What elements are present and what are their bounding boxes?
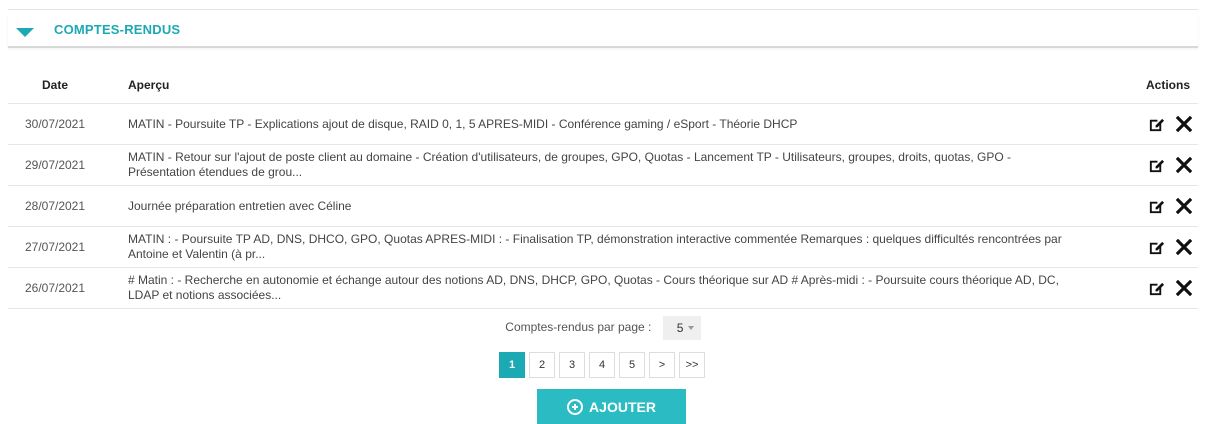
delete-icon[interactable] <box>1176 239 1192 255</box>
page-button-2[interactable]: 2 <box>529 352 555 378</box>
table-header-row: Date Aperçu Actions <box>8 67 1198 104</box>
edit-icon[interactable] <box>1148 116 1165 133</box>
column-header-actions: Actions <box>1109 67 1198 104</box>
column-header-preview: Aperçu <box>102 67 1109 104</box>
row-actions <box>1109 103 1198 145</box>
dropdown-arrow-icon <box>687 326 694 330</box>
per-page-value: 5 <box>676 321 684 335</box>
row-date: 26/07/2021 <box>8 267 102 309</box>
row-date: 29/07/2021 <box>8 144 102 186</box>
page-button-4[interactable]: 4 <box>589 352 615 378</box>
row-actions <box>1109 226 1198 268</box>
add-button[interactable]: AJOUTER <box>537 389 686 424</box>
page-button-1[interactable]: 1 <box>499 352 525 378</box>
column-header-date: Date <box>8 67 102 104</box>
table-row[interactable]: 30/07/2021 MATIN - Poursuite TP - Explic… <box>8 103 1198 145</box>
row-date: 27/07/2021 <box>8 226 102 268</box>
delete-icon[interactable] <box>1176 157 1192 173</box>
row-preview: MATIN - Retour sur l'ajout de poste clie… <box>102 144 1109 186</box>
row-preview: # Matin : - Recherche en autonomie et éc… <box>102 267 1109 309</box>
add-button-label: AJOUTER <box>589 398 656 415</box>
delete-icon[interactable] <box>1176 280 1192 296</box>
plus-circle-icon <box>567 398 584 415</box>
page-button-5[interactable]: 5 <box>619 352 645 378</box>
edit-icon[interactable] <box>1148 239 1165 256</box>
pagination: 1 2 3 4 5 > >> <box>499 352 705 378</box>
collapse-triangle-icon[interactable] <box>16 28 34 37</box>
row-preview: MATIN - Poursuite TP - Explications ajou… <box>102 103 1109 145</box>
row-actions <box>1109 185 1198 227</box>
row-date: 28/07/2021 <box>8 185 102 227</box>
row-date: 30/07/2021 <box>8 103 102 145</box>
section-title: COMPTES-RENDUS <box>54 22 181 37</box>
row-actions <box>1109 267 1198 309</box>
delete-icon[interactable] <box>1176 116 1192 132</box>
edit-icon[interactable] <box>1148 280 1165 297</box>
edit-icon[interactable] <box>1148 157 1165 174</box>
top-divider <box>8 9 1198 10</box>
next-page-button[interactable]: > <box>649 352 675 378</box>
table-row[interactable]: 27/07/2021 MATIN : - Poursuite TP AD, DN… <box>8 226 1198 268</box>
table-row[interactable]: 26/07/2021 # Matin : - Recherche en auto… <box>8 267 1198 309</box>
per-page-control: Comptes-rendus par page : 5 <box>0 316 1206 340</box>
edit-icon[interactable] <box>1148 198 1165 215</box>
per-page-label: Comptes-rendus par page : <box>505 320 652 335</box>
table-row[interactable]: 28/07/2021 Journée préparation entretien… <box>8 185 1198 227</box>
row-preview: MATIN : - Poursuite TP AD, DNS, DHCO, GP… <box>102 226 1109 268</box>
reports-table: Date Aperçu Actions 30/07/2021 MATIN - P… <box>8 67 1198 309</box>
section-header[interactable]: COMPTES-RENDUS <box>8 14 1198 48</box>
last-page-button[interactable]: >> <box>679 352 705 378</box>
table-row[interactable]: 29/07/2021 MATIN - Retour sur l'ajout de… <box>8 144 1198 186</box>
page-button-3[interactable]: 3 <box>559 352 585 378</box>
row-preview: Journée préparation entretien avec Célin… <box>102 185 1109 227</box>
row-actions <box>1109 144 1198 186</box>
delete-icon[interactable] <box>1176 198 1192 214</box>
per-page-select[interactable]: 5 <box>662 316 701 340</box>
